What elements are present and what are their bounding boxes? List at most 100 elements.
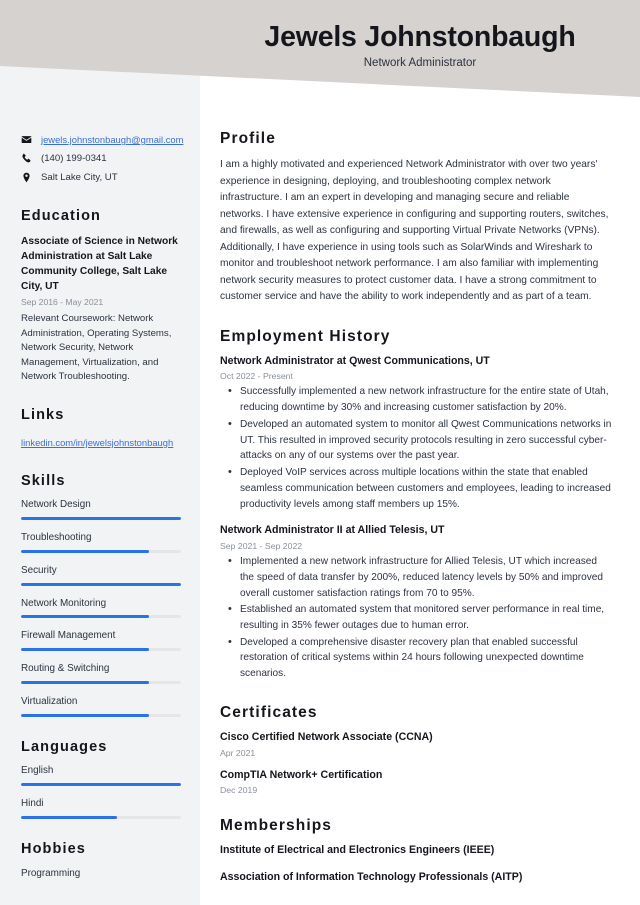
skill-item: Network Monitoring: [21, 598, 181, 619]
location-value: Salt Lake City, UT: [41, 171, 118, 183]
languages-list: English Hindi: [21, 765, 181, 819]
memberships-list: Institute of Electrical and Electronics …: [220, 844, 612, 885]
job-date: Sep 2021 - Sep 2022: [220, 541, 303, 552]
job-bullet: Developed a comprehensive disaster recov…: [220, 634, 612, 682]
skill-bar-track: [21, 582, 181, 586]
job-bullet: Deployed VoIP services across multiple l…: [220, 464, 612, 512]
certificate-name: CompTIA Network+ Certification: [220, 768, 383, 781]
language-item: Hindi: [21, 798, 181, 819]
link-item-linkedin[interactable]: linkedin.com/in/jewelsjohnstonbaugh: [21, 437, 173, 448]
employment-section: Employment History Network Administrator…: [220, 328, 612, 682]
map-pin-icon: [21, 172, 35, 183]
skill-label: Routing & Switching: [21, 663, 110, 675]
job-bullet: Established an automated system that mon…: [220, 601, 612, 633]
skill-bar-track: [21, 648, 181, 652]
skill-bar-fill: [21, 549, 149, 553]
certificate-date: Apr 2021: [220, 747, 256, 758]
job-bullet: Successfully implemented a new network i…: [220, 383, 612, 415]
skill-bar-fill: [21, 615, 149, 619]
languages-section: Languages English Hindi: [21, 739, 181, 819]
skill-bar-fill: [21, 714, 149, 718]
skills-list: Network Design Troubleshooting Security Net…: [21, 499, 181, 718]
skill-label: Network Monitoring: [21, 597, 107, 609]
education-section: Education Associate of Science in Networ…: [21, 208, 181, 385]
job-bullet: Implemented a new network infrastructure…: [220, 553, 612, 601]
skill-bar-fill: [21, 681, 149, 685]
contact-list: jewels.johnstonbaugh@gmail.com (140) 199…: [21, 134, 183, 184]
job-bullet: Developed an automated system to monitor…: [220, 416, 612, 464]
language-bar-fill: [21, 782, 181, 786]
language-label: Hindi: [21, 797, 44, 809]
skill-item: Routing & Switching: [21, 663, 181, 685]
memberships-heading: Memberships: [220, 817, 333, 835]
skill-bar-track: [21, 714, 181, 718]
language-label: English: [21, 765, 54, 777]
contact-email-row[interactable]: jewels.johnstonbaugh@gmail.com: [21, 134, 183, 146]
education-degree: Associate of Science in Network Administ…: [21, 235, 178, 292]
job-title: Network Administrator II at Allied Teles…: [220, 524, 445, 537]
skill-label: Troubleshooting: [21, 531, 92, 543]
job-entry: Network Administrator II at Allied Teles…: [220, 524, 612, 682]
email-link[interactable]: jewels.johnstonbaugh@gmail.com: [41, 134, 183, 146]
hobbies-section: Hobbies Programming: [21, 841, 181, 881]
resume-page: Jewels Johnstonbaugh Network Administrat…: [0, 0, 640, 905]
envelope-icon: [21, 134, 35, 145]
job-entry: Network Administrator at Qwest Communica…: [220, 355, 612, 513]
membership-item: Association of Information Technology Pr…: [220, 871, 523, 884]
job-bullet-list: Successfully implemented a new network i…: [220, 383, 612, 512]
certificate-name: Cisco Certified Network Associate (CCNA): [220, 730, 433, 743]
hobby-item: Programming: [21, 867, 81, 879]
certificates-section: Certificates Cisco Certified Network Ass…: [220, 704, 612, 796]
education-heading: Education: [21, 207, 101, 224]
skill-item: Virtualization: [21, 696, 181, 718]
skill-label: Firewall Management: [21, 630, 116, 642]
certificate-date: Dec 2019: [220, 785, 258, 796]
education-description: Relevant Coursework: Network Administrat…: [21, 313, 172, 383]
languages-heading: Languages: [21, 739, 108, 756]
skill-item: Security: [21, 565, 181, 586]
skill-bar-track: [21, 549, 181, 553]
links-heading: Links: [21, 406, 65, 423]
contact-location-row: Salt Lake City, UT: [21, 172, 181, 184]
links-section: Links linkedin.com/in/jewelsjohnstonbaug…: [21, 407, 181, 451]
education-entry: Associate of Science in Network Administ…: [21, 234, 181, 385]
profile-heading: Profile: [220, 130, 276, 147]
skill-label: Virtualization: [21, 696, 78, 708]
skill-bar-fill: [21, 582, 181, 586]
skill-bar-fill: [21, 648, 149, 652]
skills-section: Skills Network Design Troubleshooting Secu…: [21, 472, 181, 718]
skill-bar-track: [21, 516, 181, 520]
employment-heading: Employment History: [220, 327, 391, 345]
skill-item: Troubleshooting: [21, 532, 181, 553]
job-date: Oct 2022 - Present: [220, 371, 293, 382]
job-title: Network Administrator at Qwest Communica…: [220, 354, 490, 367]
skill-item: Network Design: [21, 499, 181, 520]
education-date: Sep 2016 - May 2021: [21, 297, 104, 308]
skill-label: Network Design: [21, 498, 91, 510]
job-bullet-list: Implemented a new network infrastructure…: [220, 553, 612, 682]
skills-heading: Skills: [21, 472, 66, 489]
membership-item: Institute of Electrical and Electronics …: [220, 844, 495, 857]
main-column: Profile I am a highly motivated and expe…: [200, 0, 640, 905]
language-bar-track: [21, 815, 181, 819]
certificate-entry: CompTIA Network+ Certification Dec 2019: [220, 769, 612, 796]
certificates-heading: Certificates: [220, 703, 318, 721]
contact-phone-row: (140) 199-0341: [21, 153, 181, 165]
profile-text: I am a highly motivated and experienced …: [220, 159, 609, 303]
certificates-list: Cisco Certified Network Associate (CCNA)…: [220, 731, 612, 796]
language-bar-track: [21, 782, 181, 786]
memberships-section: Memberships Institute of Electrical and …: [220, 817, 612, 885]
language-item: English: [21, 765, 181, 786]
phone-value: (140) 199-0341: [41, 152, 107, 164]
skill-bar-track: [21, 681, 181, 685]
skill-item: Firewall Management: [21, 630, 181, 652]
skill-bar-track: [21, 615, 181, 619]
skill-bar-fill: [21, 516, 181, 520]
skill-label: Security: [21, 564, 57, 576]
hobbies-heading: Hobbies: [21, 840, 86, 857]
jobs-list: Network Administrator at Qwest Communica…: [220, 355, 612, 682]
sidebar: jewels.johnstonbaugh@gmail.com (140) 199…: [0, 0, 200, 905]
language-bar-fill: [21, 815, 117, 819]
phone-icon: [21, 153, 35, 164]
certificate-entry: Cisco Certified Network Associate (CCNA)…: [220, 731, 612, 758]
